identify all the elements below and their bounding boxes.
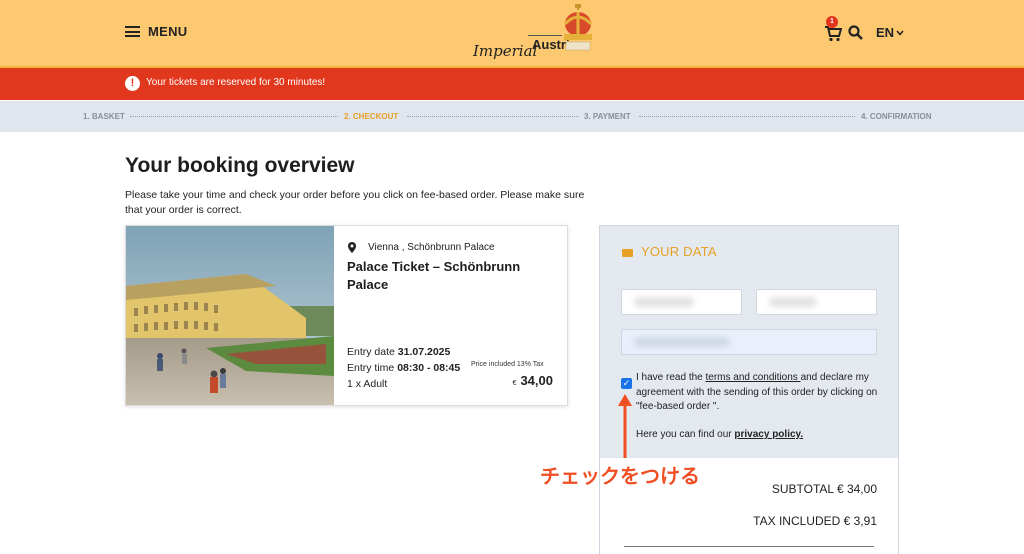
- step-checkout: 2. CHECKOUT: [344, 112, 399, 121]
- your-data-title: YOUR DATA: [641, 244, 717, 259]
- language-selector[interactable]: EN: [876, 25, 904, 40]
- alert-icon: !: [125, 76, 140, 91]
- entry-time: Entry time 08:30 - 08:45: [347, 362, 461, 374]
- booking-card: Vienna , Schönbrunn Palace Palace Ticket…: [125, 225, 568, 406]
- annotation-text: チェックをつける: [540, 466, 700, 488]
- cart-count-badge: 1: [826, 16, 838, 28]
- first-name-field[interactable]: [621, 289, 742, 315]
- crown-icon: [563, 4, 593, 51]
- price-value: 34,00: [520, 373, 553, 388]
- ticket-price: €34,00: [513, 373, 553, 388]
- terms-link[interactable]: terms and conditions: [706, 372, 801, 383]
- your-data-panel: YOUR DATA ✓ I have read the terms and co…: [599, 225, 899, 554]
- menu-button[interactable]: MENU: [125, 24, 187, 39]
- logo-word-imperial: Imperial: [473, 42, 538, 60]
- step-payment: 3. PAYMENT: [584, 112, 631, 121]
- last-name-field[interactable]: [756, 289, 877, 315]
- privacy-policy-link[interactable]: privacy policy.: [734, 429, 803, 440]
- location-text: Vienna , Schönbrunn Palace: [368, 242, 495, 253]
- step-confirmation: 4. CONFIRMATION: [861, 112, 932, 121]
- site-header: MENU Imperial Austria 1 EN: [0, 0, 1024, 66]
- ticket-quantity: 1 x Adult: [347, 378, 388, 390]
- entry-date-value: 31.07.2025: [397, 346, 451, 358]
- checkout-steps: 1. BASKET 2. CHECKOUT 3. PAYMENT 4. CONF…: [0, 101, 1024, 132]
- entry-date: Entry date 31.07.2025: [347, 346, 451, 358]
- email-field[interactable]: [621, 329, 877, 355]
- entry-time-value: 08:30 - 08:45: [397, 362, 461, 374]
- price-currency: €: [512, 380, 517, 387]
- page-title: Your booking overview: [125, 154, 355, 177]
- intro-text: Please take your time and check your ord…: [125, 189, 585, 216]
- reservation-banner: ! Your tickets are reserved for 30 minut…: [0, 66, 1024, 100]
- tax-note: Price included 13% Tax: [471, 361, 544, 368]
- banner-text: Your tickets are reserved for 30 minutes…: [146, 77, 326, 88]
- summary-divider: [624, 546, 874, 547]
- annotation-arrow-icon: [618, 394, 632, 458]
- tax-included: TAX INCLUDED € 3,91: [753, 514, 877, 528]
- search-icon[interactable]: [848, 25, 863, 40]
- hamburger-icon: [125, 26, 140, 37]
- language-label: EN: [876, 25, 895, 40]
- privacy-text: Here you can find our privacy policy.: [636, 429, 804, 440]
- chevron-down-icon: [896, 30, 904, 36]
- menu-label: MENU: [148, 24, 188, 39]
- terms-consent-text: I have read the terms and conditions and…: [636, 372, 878, 412]
- id-card-icon: [622, 249, 633, 257]
- terms-checkbox[interactable]: ✓: [621, 378, 632, 389]
- imperial-austria-logo[interactable]: Imperial Austria: [470, 4, 610, 62]
- ticket-title: Palace Ticket – Schönbrunn Palace: [347, 259, 521, 292]
- location-pin-icon: [348, 242, 356, 253]
- step-basket[interactable]: 1. BASKET: [83, 112, 125, 121]
- schonbrunn-palace-photo: [126, 226, 334, 405]
- subtotal: SUBTOTAL € 34,00: [771, 482, 877, 496]
